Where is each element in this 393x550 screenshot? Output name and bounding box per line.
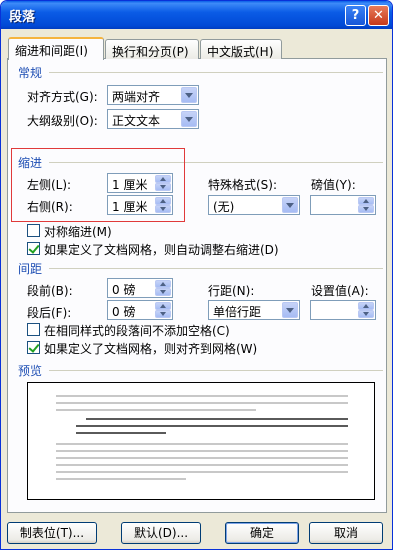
spin-up-icon[interactable] — [155, 280, 171, 288]
mirror-indents-label[interactable]: 对称缩进(M) — [44, 223, 112, 240]
special-indent-select[interactable]: (无) — [208, 195, 300, 215]
at-value-spinner[interactable] — [310, 300, 376, 320]
tab-indents-spacing[interactable]: 缩进和间距(I) — [8, 37, 104, 60]
outline-level-select[interactable]: 正文文本 — [107, 109, 199, 129]
general-section-label: 常规 — [18, 66, 43, 80]
preview-next-line — [56, 471, 348, 473]
left-indent-spinner[interactable]: 1 厘米 — [107, 173, 173, 193]
no-space-same-style-checkbox[interactable] — [27, 323, 40, 336]
spin-down-icon[interactable] — [358, 310, 374, 318]
special-indent-label: 特殊格式(S): — [208, 178, 278, 192]
outline-level-label: 大纲级别(O): — [27, 114, 98, 128]
preview-current-line — [86, 418, 348, 420]
preview-prev-line — [56, 402, 348, 404]
alignment-label: 对齐方式(G): — [27, 90, 98, 104]
special-indent-value: (无) — [213, 200, 235, 214]
preview-divider — [49, 370, 383, 371]
general-divider — [49, 72, 383, 73]
right-indent-value: 1 厘米 — [112, 200, 148, 214]
chevron-down-icon[interactable] — [282, 197, 298, 213]
spin-down-icon[interactable] — [155, 205, 171, 213]
cancel-button[interactable]: 取消 — [309, 522, 383, 544]
space-after-label: 段后(F): — [27, 306, 72, 320]
chevron-down-icon[interactable] — [181, 87, 197, 103]
chevron-down-icon[interactable] — [282, 302, 298, 318]
close-button[interactable]: ✕ — [368, 5, 389, 26]
grid-right-indent-checkbox[interactable] — [27, 242, 40, 255]
preview-next-line — [56, 450, 348, 452]
alignment-select[interactable]: 两端对齐 — [107, 85, 199, 105]
space-before-value: 0 磅 — [112, 283, 136, 297]
right-indent-spinner[interactable]: 1 厘米 — [107, 195, 173, 215]
chevron-down-icon[interactable] — [181, 111, 197, 127]
spacing-divider — [49, 268, 383, 269]
snap-to-grid-checkbox[interactable] — [27, 341, 40, 354]
space-after-spinner[interactable]: 0 磅 — [107, 300, 173, 320]
preview-next-line — [56, 478, 186, 480]
spin-up-icon[interactable] — [155, 197, 171, 205]
right-indent-label: 右侧(R): — [27, 200, 73, 214]
tab-asian-typography[interactable]: 中文版式(H) — [200, 39, 282, 59]
no-space-same-style-label[interactable]: 在相同样式的段落间不添加空格(C) — [44, 322, 230, 339]
tab-line-page-breaks[interactable]: 换行和分页(P) — [105, 39, 199, 59]
preview-next-line — [56, 457, 348, 459]
title-bar[interactable]: 段落 ? ✕ — [1, 1, 392, 29]
dialog-title: 段落 — [9, 10, 36, 25]
spin-down-icon[interactable] — [155, 183, 171, 191]
paragraph-preview — [27, 382, 375, 500]
set-default-button[interactable]: 默认(D)... — [121, 522, 201, 544]
spin-down-icon[interactable] — [155, 310, 171, 318]
spin-up-icon[interactable] — [155, 175, 171, 183]
left-indent-label: 左侧(L): — [27, 178, 72, 192]
space-before-spinner[interactable]: 0 磅 — [107, 278, 173, 298]
left-indent-value: 1 厘米 — [112, 178, 148, 192]
space-before-label: 段前(B): — [27, 284, 73, 298]
preview-next-line — [56, 443, 348, 445]
spin-up-icon[interactable] — [155, 302, 171, 310]
space-after-value: 0 磅 — [112, 305, 136, 319]
snap-to-grid-label[interactable]: 如果定义了文档网格，则对齐到网格(W) — [44, 340, 257, 357]
by-value-spinner[interactable] — [310, 195, 376, 215]
ok-button[interactable]: 确定 — [225, 522, 299, 544]
mirror-indents-checkbox[interactable] — [27, 224, 40, 237]
preview-current-line — [76, 432, 166, 434]
tabs-button[interactable]: 制表位(T)... — [7, 522, 97, 544]
alignment-value: 两端对齐 — [112, 90, 161, 104]
spin-up-icon[interactable] — [358, 302, 374, 310]
line-spacing-value: 单倍行距 — [213, 305, 262, 319]
spacing-section-label: 间距 — [18, 262, 43, 276]
preview-next-line — [56, 464, 348, 466]
grid-right-indent-label[interactable]: 如果定义了文档网格，则自动调整右缩进(D) — [44, 241, 279, 258]
spin-up-icon[interactable] — [358, 197, 374, 205]
at-value-label: 设置值(A): — [311, 284, 369, 298]
spin-down-icon[interactable] — [155, 288, 171, 296]
preview-section-label: 预览 — [18, 364, 43, 378]
outline-level-value: 正文文本 — [112, 114, 161, 128]
preview-prev-line — [56, 409, 256, 411]
preview-current-line — [76, 425, 348, 427]
by-value-label: 磅值(Y): — [311, 178, 356, 192]
spin-down-icon[interactable] — [358, 205, 374, 213]
line-spacing-label: 行距(N): — [208, 284, 255, 298]
help-button[interactable]: ? — [345, 5, 366, 26]
paragraph-dialog: 段落 ? ✕ 缩进和间距(I) 换行和分页(P) 中文版式(H) 常规 对齐方式… — [0, 0, 393, 550]
line-spacing-select[interactable]: 单倍行距 — [208, 300, 300, 320]
preview-prev-line — [56, 395, 348, 397]
